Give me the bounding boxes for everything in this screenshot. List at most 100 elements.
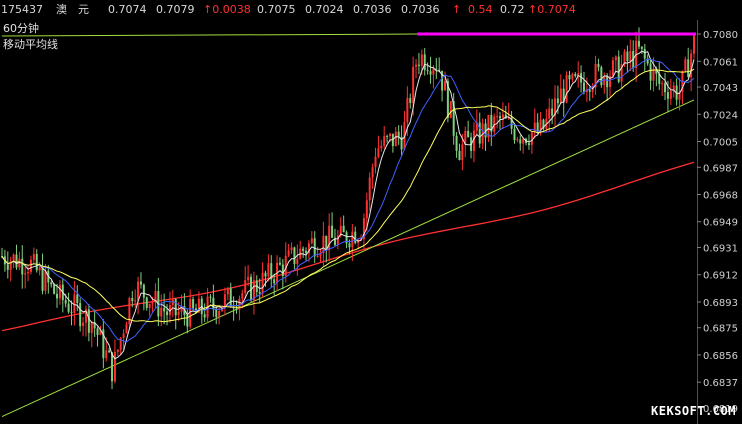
candle-body [623,51,626,65]
candle-body [267,263,270,277]
candle-body [533,122,536,133]
quote-value-3: 0.7075 [257,3,296,16]
candle-body [351,231,354,248]
candle-body [203,314,206,318]
candle-body [287,250,290,256]
candle-body [611,60,614,77]
candle-body [551,108,554,116]
price-chart[interactable]: 0.7080 0.7061 0.7043 0.7024 0.7005 0.6987 0.69… [0,20,742,424]
quote-value-7: 0.54 [468,3,493,16]
y-tick-label: 0.6968 [703,190,738,201]
candle-body [606,76,609,88]
candle-body [134,300,137,302]
period-label: 60分钟 [3,21,39,35]
y-tick-label: 0.7043 [703,83,738,94]
candle-body [177,311,180,316]
candle-body [50,282,53,285]
candle-body [371,167,374,178]
candle-body [377,148,380,157]
candle-body [293,247,296,264]
candle-body [238,298,241,310]
candle-body [310,238,313,244]
y-tick-label: 0.7080 [703,30,738,41]
candle-body [374,156,377,168]
candle-body [365,200,368,219]
indicator-label: 移动平均线 [3,37,58,51]
quote-value-6: 0.7036 [401,3,440,16]
candle-body [342,225,345,233]
candle-body [302,248,305,251]
candle-body [108,350,111,353]
quote-change: ↑0.0038 [203,3,251,16]
candle-body [90,322,93,333]
candle-body [139,281,142,285]
candle-body [96,328,99,335]
candle-body [137,281,140,301]
candle-body [409,97,412,104]
candle-body [565,75,568,103]
candle-body [241,293,244,299]
candle-body [684,59,687,71]
candle-body [163,307,166,312]
candle-body [64,300,67,304]
candle-body [223,294,226,308]
y-tick-label: 0.6931 [703,244,738,255]
candle-body [29,259,32,272]
candle-body [235,308,238,310]
y-tick-label: 0.6875 [703,324,738,335]
candle-body [258,291,261,294]
candle-body [626,51,629,62]
candle-body [290,247,293,251]
candle-body [527,143,530,146]
candle-body [423,54,426,71]
candle-body [76,294,79,304]
y-tick-label: 0.6949 [703,218,738,229]
y-tick-label: 0.6856 [703,351,738,362]
candle-body [582,82,585,93]
quote-value-5: 0.7036 [353,3,392,16]
watermark: KEKSOFT.COM [651,404,736,418]
candle-body [226,288,229,295]
candle-body [629,51,632,62]
candle-body [192,299,195,309]
candle-body [160,307,163,317]
candle-body [499,116,502,119]
quote-value-4: 0.7024 [305,3,344,16]
candle-body [397,131,400,137]
candle-body [354,231,357,244]
candle-body [478,122,481,144]
candle-body [348,243,351,248]
candle-body [305,250,308,254]
candle-body [58,284,61,299]
candle-body [82,322,85,327]
candle-body [12,254,15,261]
candle-body [316,255,319,257]
y-tick-label: 0.6987 [703,163,738,174]
candle-body [131,298,134,302]
candle-body [105,350,108,359]
candle-body [380,145,383,149]
candle-body [420,54,423,66]
candle-body [122,333,125,338]
candle-body [588,89,591,92]
candle-body [41,267,44,291]
candle-body [56,293,59,299]
candle-body [640,46,643,49]
candle-body [426,70,429,72]
y-tick-label: 0.6837 [703,378,738,389]
candle-body [18,258,21,268]
candle-body [571,73,574,80]
candle-body [27,271,30,274]
candle-body [38,267,41,271]
candle-body [87,309,90,333]
candle-body [496,116,499,118]
candle-body [412,66,415,104]
candle-body [218,311,221,318]
candle-body [556,98,559,104]
candle-body [15,254,18,268]
up-arrow-icon: ↑ [452,3,462,16]
candle-body [21,258,24,275]
candle-body [261,272,264,294]
candle-body [273,279,276,284]
candle-body [111,352,114,382]
